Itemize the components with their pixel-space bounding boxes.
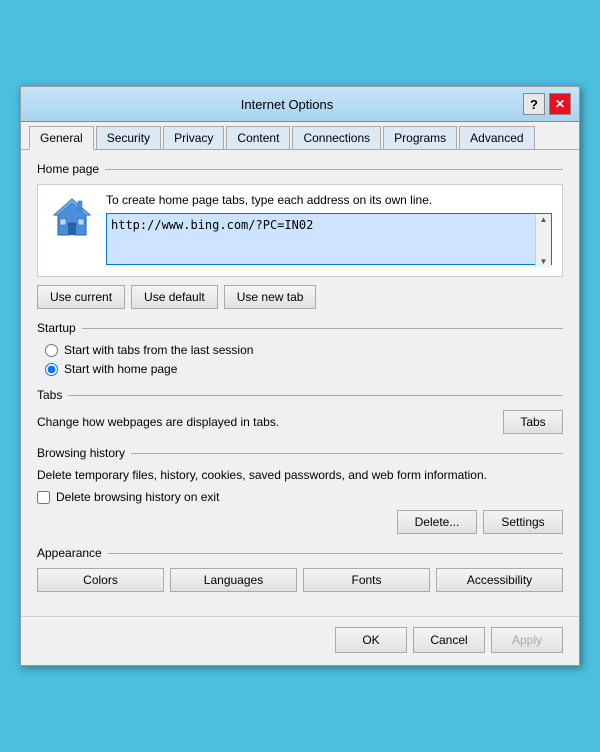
homepage-right: To create home page tabs, type each addr… xyxy=(106,193,552,268)
tabs-description: Change how webpages are displayed in tab… xyxy=(37,415,503,429)
tab-connections[interactable]: Connections xyxy=(292,126,381,149)
appearance-section-title: Appearance xyxy=(37,546,563,560)
accessibility-button[interactable]: Accessibility xyxy=(436,568,563,592)
last-session-radio[interactable] xyxy=(45,344,58,357)
url-box-wrapper: ▲ ▼ xyxy=(106,213,552,268)
tabs-bar: General Security Privacy Content Connect… xyxy=(21,122,579,150)
delete-on-exit-row: Delete browsing history on exit xyxy=(37,490,563,504)
delete-on-exit-checkbox[interactable] xyxy=(37,491,50,504)
homepage-description: To create home page tabs, type each addr… xyxy=(106,193,552,207)
homepage-box: To create home page tabs, type each addr… xyxy=(37,184,563,277)
tabs-section-row: Change how webpages are displayed in tab… xyxy=(37,410,563,434)
history-buttons: Delete... Settings xyxy=(37,510,563,534)
tab-programs[interactable]: Programs xyxy=(383,126,457,149)
home-icon xyxy=(48,193,96,241)
scroll-up-arrow[interactable]: ▲ xyxy=(540,215,548,224)
last-session-label: Start with tabs from the last session xyxy=(64,343,253,357)
tab-privacy[interactable]: Privacy xyxy=(163,126,224,149)
cancel-button[interactable]: Cancel xyxy=(413,627,485,653)
help-button[interactable]: ? xyxy=(523,93,545,115)
languages-button[interactable]: Languages xyxy=(170,568,297,592)
scroll-down-arrow[interactable]: ▼ xyxy=(540,257,548,266)
tab-content[interactable]: Content xyxy=(226,126,290,149)
browsing-history-section: Browsing history Delete temporary files,… xyxy=(37,446,563,534)
close-button[interactable]: ✕ xyxy=(549,93,571,115)
home-page-radio[interactable] xyxy=(45,363,58,376)
use-current-button[interactable]: Use current xyxy=(37,285,125,309)
use-default-button[interactable]: Use default xyxy=(131,285,218,309)
startup-section: Startup Start with tabs from the last se… xyxy=(37,321,563,376)
homepage-url-input[interactable] xyxy=(106,213,552,265)
appearance-section: Appearance Colors Languages Fonts Access… xyxy=(37,546,563,592)
delete-on-exit-label: Delete browsing history on exit xyxy=(56,490,219,504)
home-page-label: Start with home page xyxy=(64,362,177,376)
tab-content-area: Home page xyxy=(21,150,579,616)
browsing-description: Delete temporary files, history, cookies… xyxy=(37,468,563,482)
dialog-title: Internet Options xyxy=(51,97,523,112)
delete-button[interactable]: Delete... xyxy=(397,510,477,534)
tab-general[interactable]: General xyxy=(29,126,94,150)
homepage-section-title: Home page xyxy=(37,162,563,176)
colors-button[interactable]: Colors xyxy=(37,568,164,592)
homepage-buttons: Use current Use default Use new tab xyxy=(37,285,563,309)
ok-button[interactable]: OK xyxy=(335,627,407,653)
internet-options-dialog: Internet Options ? ✕ General Security Pr… xyxy=(20,86,580,666)
homepage-section: Home page xyxy=(37,162,563,309)
startup-option-home-page: Start with home page xyxy=(45,362,563,376)
appearance-buttons: Colors Languages Fonts Accessibility xyxy=(37,568,563,592)
startup-section-title: Startup xyxy=(37,321,563,335)
url-scrollbar[interactable]: ▲ ▼ xyxy=(535,214,551,267)
startup-options: Start with tabs from the last session St… xyxy=(37,343,563,376)
tabs-button[interactable]: Tabs xyxy=(503,410,563,434)
browsing-history-title: Browsing history xyxy=(37,446,563,460)
use-new-tab-button[interactable]: Use new tab xyxy=(224,285,317,309)
tab-advanced[interactable]: Advanced xyxy=(459,126,534,149)
startup-option-last-session: Start with tabs from the last session xyxy=(45,343,563,357)
tab-security[interactable]: Security xyxy=(96,126,161,149)
title-bar-controls: ? ✕ xyxy=(523,93,571,115)
tabs-section-title: Tabs xyxy=(37,388,563,402)
fonts-button[interactable]: Fonts xyxy=(303,568,430,592)
tabs-section: Tabs Change how webpages are displayed i… xyxy=(37,388,563,434)
apply-button[interactable]: Apply xyxy=(491,627,563,653)
title-bar: Internet Options ? ✕ xyxy=(21,87,579,122)
settings-button[interactable]: Settings xyxy=(483,510,563,534)
bottom-buttons: OK Cancel Apply xyxy=(21,616,579,665)
